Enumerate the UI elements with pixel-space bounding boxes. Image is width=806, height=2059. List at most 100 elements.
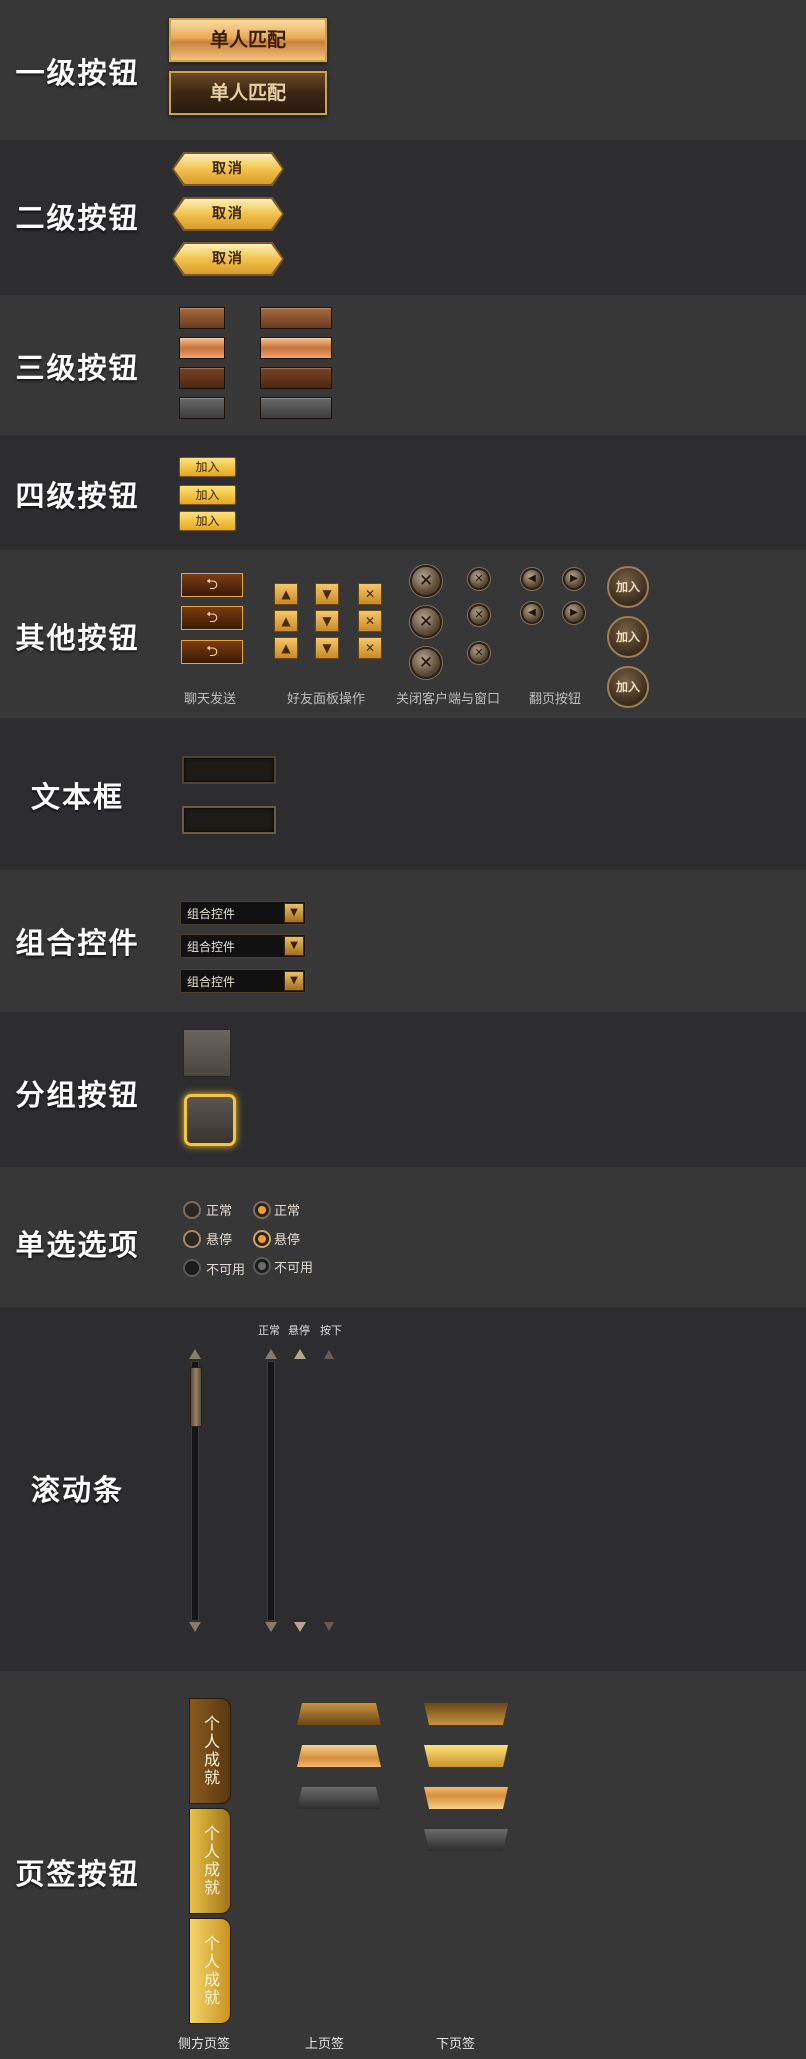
tier3-large-hover-button[interactable] — [260, 337, 332, 359]
side-tab-hover[interactable]: 个人成就 — [189, 1808, 231, 1914]
scroll-track[interactable] — [267, 1361, 275, 1621]
side-tab[interactable]: 个人成就 — [189, 1698, 231, 1804]
section-title: 组合控件 — [15, 926, 140, 960]
section-title: 其他按钮 — [15, 621, 140, 655]
top-tab-disabled[interactable] — [297, 1787, 381, 1809]
join-button-pressed[interactable]: 加入 — [179, 511, 236, 531]
chat-send-button-hover[interactable]: ⮌ — [181, 606, 243, 630]
move-up-button-pressed[interactable]: ▲ — [274, 637, 298, 659]
close-client-button-hover[interactable]: ✕ — [410, 606, 442, 638]
move-down-button-hover[interactable]: ▼ — [315, 610, 339, 632]
close-window-button-hover[interactable]: ✕ — [468, 604, 490, 626]
caption-top-tab: 上页签 — [305, 2037, 345, 2052]
join-button[interactable]: 加入 — [179, 457, 236, 477]
tier3-small-disabled-button[interactable] — [179, 397, 225, 419]
bottom-tab-hover[interactable] — [424, 1745, 508, 1767]
tier3-small-normal-button[interactable] — [179, 307, 225, 329]
section-level2: 二级按钮 取消 取消 取消 — [0, 140, 806, 295]
scroll-up-arrow-pressed[interactable] — [324, 1350, 334, 1359]
move-down-button-pressed[interactable]: ▼ — [315, 637, 339, 659]
join-circle-button-pressed[interactable]: 加入 — [607, 666, 649, 708]
scroll-up-arrow-hover[interactable] — [294, 1349, 306, 1359]
section-level4: 四级按钮 加入 加入 加入 — [0, 435, 806, 550]
scroll-down-arrow-pressed[interactable] — [324, 1622, 334, 1631]
chevron-down-icon[interactable]: ▼ — [284, 936, 304, 956]
top-tab-hover[interactable] — [297, 1745, 381, 1767]
caption-bottom-tab: 下页签 — [436, 2037, 476, 2052]
move-up-button-hover[interactable]: ▲ — [274, 610, 298, 632]
radio-label: 悬停 — [206, 1233, 233, 1248]
side-tab-selected[interactable]: 个人成就 — [189, 1918, 231, 2024]
close-client-button-pressed[interactable]: ✕ — [410, 647, 442, 679]
close-window-button[interactable]: ✕ — [468, 568, 490, 590]
close-window-button-pressed[interactable]: ✕ — [468, 642, 490, 664]
combo-box-pressed[interactable]: 组合控件 ▼ — [180, 969, 306, 993]
single-match-button-pressed[interactable]: 单人匹配 — [169, 71, 327, 115]
state-label-pressed: 按下 — [320, 1324, 342, 1337]
scroll-down-arrow[interactable] — [265, 1622, 277, 1632]
close-client-button[interactable]: ✕ — [410, 565, 442, 597]
close-icon: ✕ — [418, 612, 434, 632]
single-match-button[interactable]: 单人匹配 — [169, 18, 327, 62]
ui-kit-sheet: 一级按钮 单人匹配 单人匹配 二级按钮 取消 取消 取消 三级按钮 四级按钮 加… — [0, 0, 806, 2059]
section-scrollbar: 滚动条 正常 悬停 按下 — [0, 1307, 806, 1671]
tier3-small-hover-button[interactable] — [179, 337, 225, 359]
cancel-button-hover[interactable]: 取消 — [174, 199, 282, 229]
bottom-tab[interactable] — [424, 1703, 508, 1725]
remove-button-pressed[interactable]: ✕ — [358, 637, 382, 659]
scroll-up-arrow[interactable] — [189, 1349, 201, 1359]
arrow-down-icon: ▼ — [322, 641, 332, 655]
move-down-button[interactable]: ▼ — [315, 583, 339, 605]
scroll-down-arrow-hover[interactable] — [294, 1622, 306, 1632]
next-page-button[interactable]: ▶ — [563, 568, 585, 590]
scroll-up-arrow[interactable] — [265, 1349, 277, 1359]
remove-button-hover[interactable]: ✕ — [358, 610, 382, 632]
send-icon: ⮌ — [205, 608, 218, 626]
close-icon: ✕ — [474, 572, 484, 585]
top-tab[interactable] — [297, 1703, 381, 1725]
group-button[interactable] — [183, 1029, 231, 1077]
cancel-button-pressed[interactable]: 取消 — [174, 244, 282, 274]
close-icon: ✕ — [418, 653, 434, 673]
bottom-tab-selected[interactable] — [424, 1787, 508, 1809]
join-button-hover[interactable]: 加入 — [179, 485, 236, 505]
tier3-large-disabled-button[interactable] — [260, 397, 332, 419]
scroll-thumb[interactable] — [190, 1367, 202, 1427]
combo-box[interactable]: 组合控件 ▼ — [180, 901, 306, 925]
join-circle-button[interactable]: 加入 — [607, 566, 649, 608]
section-title: 分组按钮 — [15, 1078, 140, 1112]
prev-page-button-hover[interactable]: ◀ — [521, 602, 543, 624]
section-title: 二级按钮 — [15, 201, 140, 235]
tier3-small-pressed-button[interactable] — [179, 367, 225, 389]
combo-box-hover[interactable]: 组合控件 ▼ — [180, 934, 306, 958]
text-input-focused[interactable] — [182, 806, 276, 834]
radio-disabled[interactable] — [183, 1259, 201, 1277]
radio-selected-normal[interactable] — [253, 1201, 271, 1219]
close-icon: ✕ — [364, 587, 376, 601]
group-button-selected[interactable] — [184, 1094, 236, 1146]
text-input[interactable] — [182, 756, 276, 784]
section-title: 三级按钮 — [15, 351, 140, 385]
radio-label: 正常 — [206, 1204, 233, 1219]
move-up-button[interactable]: ▲ — [274, 583, 298, 605]
chevron-down-icon[interactable]: ▼ — [284, 971, 304, 991]
tier3-large-pressed-button[interactable] — [260, 367, 332, 389]
chevron-down-icon[interactable]: ▼ — [284, 903, 304, 923]
section-title: 滚动条 — [30, 1473, 124, 1507]
radio-hover[interactable] — [183, 1230, 201, 1248]
radio-selected-disabled[interactable] — [253, 1257, 271, 1275]
prev-page-button[interactable]: ◀ — [521, 568, 543, 590]
chat-send-button-pressed[interactable]: ⮌ — [181, 640, 243, 664]
remove-button[interactable]: ✕ — [358, 583, 382, 605]
bottom-tab-disabled[interactable] — [424, 1829, 508, 1851]
chevron-left-icon: ◀ — [528, 607, 536, 618]
scroll-down-arrow[interactable] — [189, 1622, 201, 1632]
radio-selected-hover[interactable] — [253, 1230, 271, 1248]
tier3-large-normal-button[interactable] — [260, 307, 332, 329]
join-circle-button-hover[interactable]: 加入 — [607, 616, 649, 658]
caption-page-turn: 翻页按钮 — [529, 692, 582, 707]
chat-send-button[interactable]: ⮌ — [181, 573, 243, 597]
radio-normal[interactable] — [183, 1201, 201, 1219]
cancel-button[interactable]: 取消 — [174, 154, 282, 184]
next-page-button-hover[interactable]: ▶ — [563, 602, 585, 624]
